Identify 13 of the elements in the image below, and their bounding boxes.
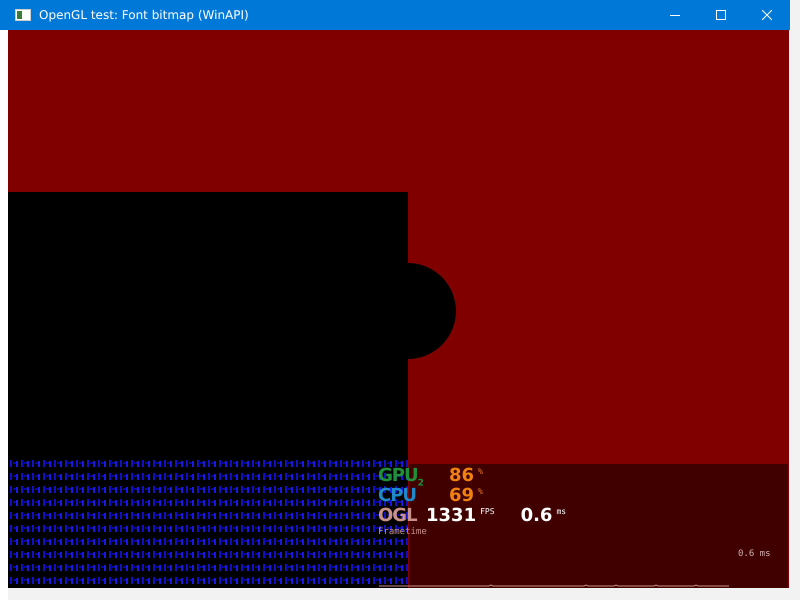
window-title: OpenGL test: Font bitmap (WinAPI) [39,8,249,22]
unit-label: ms [556,506,566,518]
stat-value: 1331 [426,506,476,526]
maximize-icon [716,10,726,20]
stat-value: 69 [448,486,474,506]
stat-value: 86 [448,466,474,486]
window-icon [15,9,31,21]
graph-reading: 0.6 ms [738,549,771,559]
unit-label: FPS [480,506,495,518]
close-icon [762,10,772,20]
stat-value: 0.6 [520,506,552,526]
unit-label: % [478,486,483,498]
unit-label: % [478,466,483,478]
